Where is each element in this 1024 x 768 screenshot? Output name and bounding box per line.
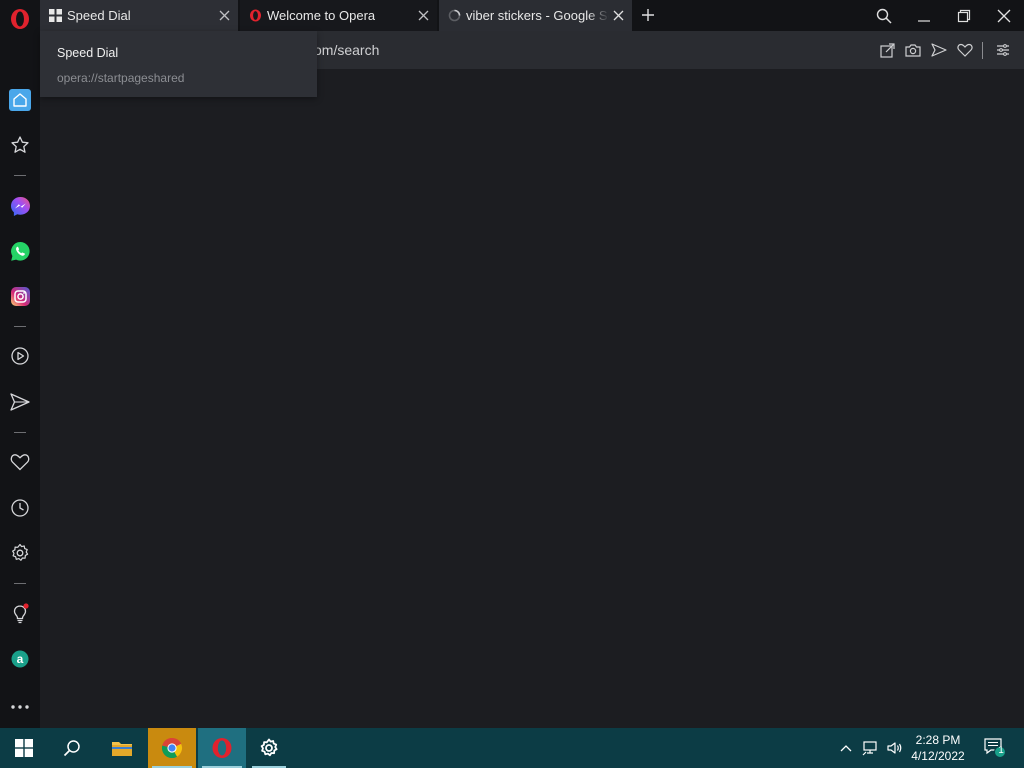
snapshot-camera-icon[interactable] xyxy=(904,41,922,59)
bookmark-heart-icon[interactable] xyxy=(956,41,974,59)
opera-icon xyxy=(212,738,232,758)
settings-gear-icon[interactable] xyxy=(8,541,32,565)
more-icon[interactable] xyxy=(8,695,32,719)
action-center-button[interactable]: 1 xyxy=(982,738,1008,758)
tab-viber-stickers-search[interactable]: viber stickers - Google Search xyxy=(439,0,632,31)
easy-setup-share-icon[interactable] xyxy=(878,41,896,59)
messenger-icon[interactable] xyxy=(8,194,32,218)
easy-setup-menu-icon[interactable] xyxy=(994,41,1012,59)
speed-dial-icon xyxy=(48,9,62,23)
address-text[interactable]: om/search xyxy=(314,42,379,58)
sidebar-divider xyxy=(14,432,26,433)
history-clock-icon[interactable] xyxy=(8,496,32,520)
loading-spinner-icon xyxy=(447,9,461,23)
sidebar-divider xyxy=(14,175,26,176)
opera-taskbar-button[interactable] xyxy=(198,728,246,768)
windows-logo-icon xyxy=(15,739,33,757)
close-window-icon[interactable] xyxy=(993,5,1015,27)
tooltip-url: opera://startpageshared xyxy=(57,71,185,85)
tab-title: Speed Dial xyxy=(67,8,131,23)
svg-text:a: a xyxy=(17,652,24,666)
bookmarks-star-icon[interactable] xyxy=(8,133,32,157)
minimize-icon[interactable] xyxy=(913,5,935,27)
taskbar-clock[interactable]: 2:28 PM 4/12/2022 xyxy=(904,732,972,764)
whatsapp-icon[interactable] xyxy=(8,239,32,263)
settings-taskbar-button[interactable] xyxy=(248,728,290,768)
network-icon[interactable] xyxy=(861,738,881,758)
folder-icon xyxy=(112,742,132,756)
windows-taskbar: 2:28 PM 4/12/2022 1 xyxy=(0,728,1024,768)
close-tab-icon[interactable] xyxy=(216,7,232,23)
opera-menu-icon[interactable] xyxy=(8,6,32,30)
tab-hover-tooltip: Speed Dial opera://startpageshared xyxy=(40,31,317,97)
home-icon[interactable] xyxy=(8,88,32,112)
clock-date: 4/12/2022 xyxy=(911,749,965,763)
flow-send-icon[interactable] xyxy=(8,390,32,414)
taskbar-search-button[interactable] xyxy=(48,728,96,768)
settings-gear-icon xyxy=(260,738,278,757)
tooltip-title: Speed Dial xyxy=(57,46,119,60)
close-tab-icon[interactable] xyxy=(610,7,626,23)
toolbar-divider xyxy=(982,42,983,59)
sidebar-divider xyxy=(14,583,26,584)
restore-icon[interactable] xyxy=(953,5,975,27)
volume-icon[interactable] xyxy=(885,738,905,758)
file-explorer-button[interactable] xyxy=(98,728,146,768)
tab-speed-dial[interactable]: Speed Dial xyxy=(40,0,238,31)
sidebar-divider xyxy=(14,326,26,327)
new-tab-plus-icon[interactable] xyxy=(639,6,657,24)
notification-count-badge: 1 xyxy=(998,745,1004,756)
sidebar: a xyxy=(0,31,40,728)
search-icon xyxy=(63,740,80,757)
tab-title: viber stickers - Google Search xyxy=(466,8,609,23)
my-flow-heart-icon[interactable] xyxy=(8,450,32,474)
close-tab-icon[interactable] xyxy=(415,7,431,23)
search-tabs-icon[interactable] xyxy=(873,5,895,27)
opera-favicon-icon xyxy=(248,9,262,23)
player-icon[interactable] xyxy=(8,344,32,368)
chrome-icon xyxy=(161,737,183,759)
tab-strip: Speed Dial Welcome to Opera viber sticke… xyxy=(0,0,1024,31)
page-content xyxy=(40,69,1024,728)
instagram-icon[interactable] xyxy=(8,284,32,308)
tab-welcome-to-opera[interactable]: Welcome to Opera xyxy=(240,0,437,31)
clock-time: 2:28 PM xyxy=(915,733,961,747)
tips-bulb-icon[interactable] xyxy=(8,602,32,626)
tab-title: Welcome to Opera xyxy=(267,8,376,23)
send-to-flow-icon[interactable] xyxy=(930,41,948,59)
aliexpress-icon[interactable]: a xyxy=(8,647,32,671)
chrome-taskbar-button[interactable] xyxy=(148,728,196,768)
show-hidden-icons-chevron-icon[interactable] xyxy=(836,738,856,758)
start-button[interactable] xyxy=(0,728,48,768)
